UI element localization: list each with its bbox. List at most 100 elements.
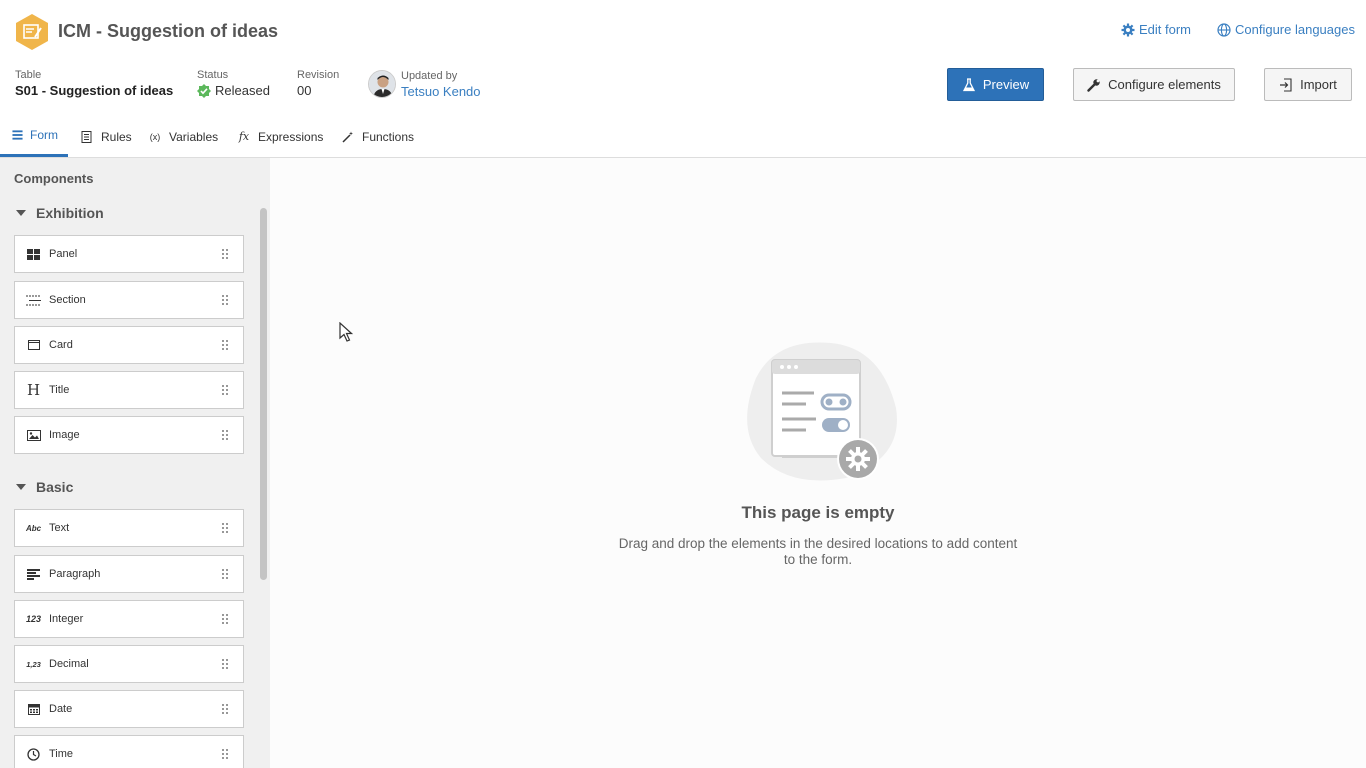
edit-form-label: Edit form [1139,22,1192,37]
sidebar-scrollbar[interactable] [260,208,267,580]
updated-label: Updated by [401,70,458,82]
tab-rules-label: Rules [101,129,132,144]
component-label: Decimal [49,658,89,670]
tab-variables[interactable]: (x) Variables [148,118,218,157]
group-basic-label: Basic [36,479,74,495]
time-icon [26,747,41,762]
table-meta: Table S01 - Suggestion of ideas [15,69,173,99]
drag-handle-icon[interactable] [221,613,229,625]
drag-handle-icon[interactable] [221,339,229,351]
page-title: ICM - Suggestion of ideas [58,21,279,41]
component-label: Time [49,748,74,760]
component-label: Panel [49,248,78,260]
table-value: S01 - Suggestion of ideas [15,83,174,98]
component-label: Section [49,294,86,306]
globe-icon [1217,22,1231,37]
drag-handle-icon[interactable] [221,748,229,760]
component-label: Card [49,339,73,351]
rules-icon [81,130,92,143]
tab-rules[interactable]: Rules [80,118,132,157]
drag-handle-icon[interactable] [221,522,229,534]
component-decimal[interactable]: 1,23 Decimal [14,645,244,683]
configure-languages-label: Configure languages [1235,22,1355,37]
caret-down-icon [16,210,26,216]
form-icon [12,130,23,140]
group-exhibition-label: Exhibition [36,205,104,221]
mouse-cursor-icon [339,322,353,342]
component-time[interactable]: Time [14,735,244,768]
component-image[interactable]: Image [14,416,244,454]
tab-bar: Form Rules (x) Variables fx Expressions … [0,118,1366,158]
components-sidebar: Components Exhibition Panel Section Card… [0,158,270,768]
updated-meta: Updated by Tetsuo Kendo [401,70,481,100]
expressions-icon: fx [238,130,250,143]
drag-handle-icon[interactable] [221,294,229,306]
configure-elements-button[interactable]: Configure elements [1073,68,1235,101]
card-icon [26,338,41,353]
import-button[interactable]: Import [1264,68,1352,101]
decimal-icon: 1,23 [26,659,41,669]
component-integer[interactable]: 123 Integer [14,600,244,638]
wrench-icon [1087,78,1100,92]
caret-down-icon [16,484,26,490]
paragraph-icon [26,567,41,582]
integer-icon: 123 [25,614,42,624]
form-canvas[interactable]: This page is empty Drag and drop the ele… [270,158,1366,768]
component-label: Date [49,703,73,715]
app-logo-icon [16,14,48,50]
status-label: Status [197,69,229,81]
preview-label: Preview [982,77,1030,92]
functions-icon [342,131,353,143]
preview-button[interactable]: Preview [947,68,1044,101]
component-label: Title [49,384,70,396]
component-label: Integer [49,613,84,625]
revision-label: Revision [297,69,340,81]
updated-user-link[interactable]: Tetsuo Kendo [401,84,481,100]
flask-icon [962,77,975,91]
component-section[interactable]: Section [14,281,244,319]
drag-handle-icon[interactable] [221,384,229,396]
edit-form-link[interactable]: Edit form [1121,22,1191,37]
component-text[interactable]: Abc Text [14,509,244,547]
configure-languages-link[interactable]: Configure languages [1217,22,1355,37]
variables-icon: (x) [149,131,161,142]
status-badge: Released [197,83,270,99]
component-card[interactable]: Card [14,326,244,364]
tab-expressions[interactable]: fx Expressions [237,118,324,157]
table-label: Table [15,69,42,81]
text-icon: Abc [25,523,42,533]
empty-form-illustration [747,342,897,481]
tab-functions-label: Functions [362,129,415,144]
component-label: Paragraph [49,568,101,580]
group-exhibition-header[interactable]: Exhibition [16,205,104,221]
component-panel[interactable]: Panel [14,235,244,273]
import-label: Import [1300,77,1337,92]
date-icon [26,702,41,717]
drag-handle-icon[interactable] [221,568,229,580]
tab-form[interactable]: Form [0,118,68,157]
status-value: Released [215,83,270,98]
drag-handle-icon[interactable] [221,703,229,715]
drag-handle-icon[interactable] [221,429,229,441]
sidebar-title: Components [14,171,94,186]
panel-icon [26,247,41,262]
image-icon [26,428,41,443]
component-label: Text [49,522,70,534]
drag-handle-icon[interactable] [221,248,229,260]
gear-icon [1121,23,1135,36]
avatar [368,70,396,98]
revision-meta: Revision 00 [297,69,339,99]
user-avatar-icon [369,71,395,97]
tab-variables-label: Variables [169,129,219,144]
revision-value: 00 [297,83,312,98]
component-title[interactable]: H Title [14,371,244,409]
tab-expressions-label: Expressions [258,129,324,144]
tab-functions[interactable]: Functions [341,118,414,157]
component-label: Image [49,429,80,441]
drag-handle-icon[interactable] [221,658,229,670]
configure-elements-label: Configure elements [1108,77,1221,92]
component-date[interactable]: Date [14,690,244,728]
section-icon [26,293,41,308]
group-basic-header[interactable]: Basic [16,479,73,495]
component-paragraph[interactable]: Paragraph [14,555,244,593]
